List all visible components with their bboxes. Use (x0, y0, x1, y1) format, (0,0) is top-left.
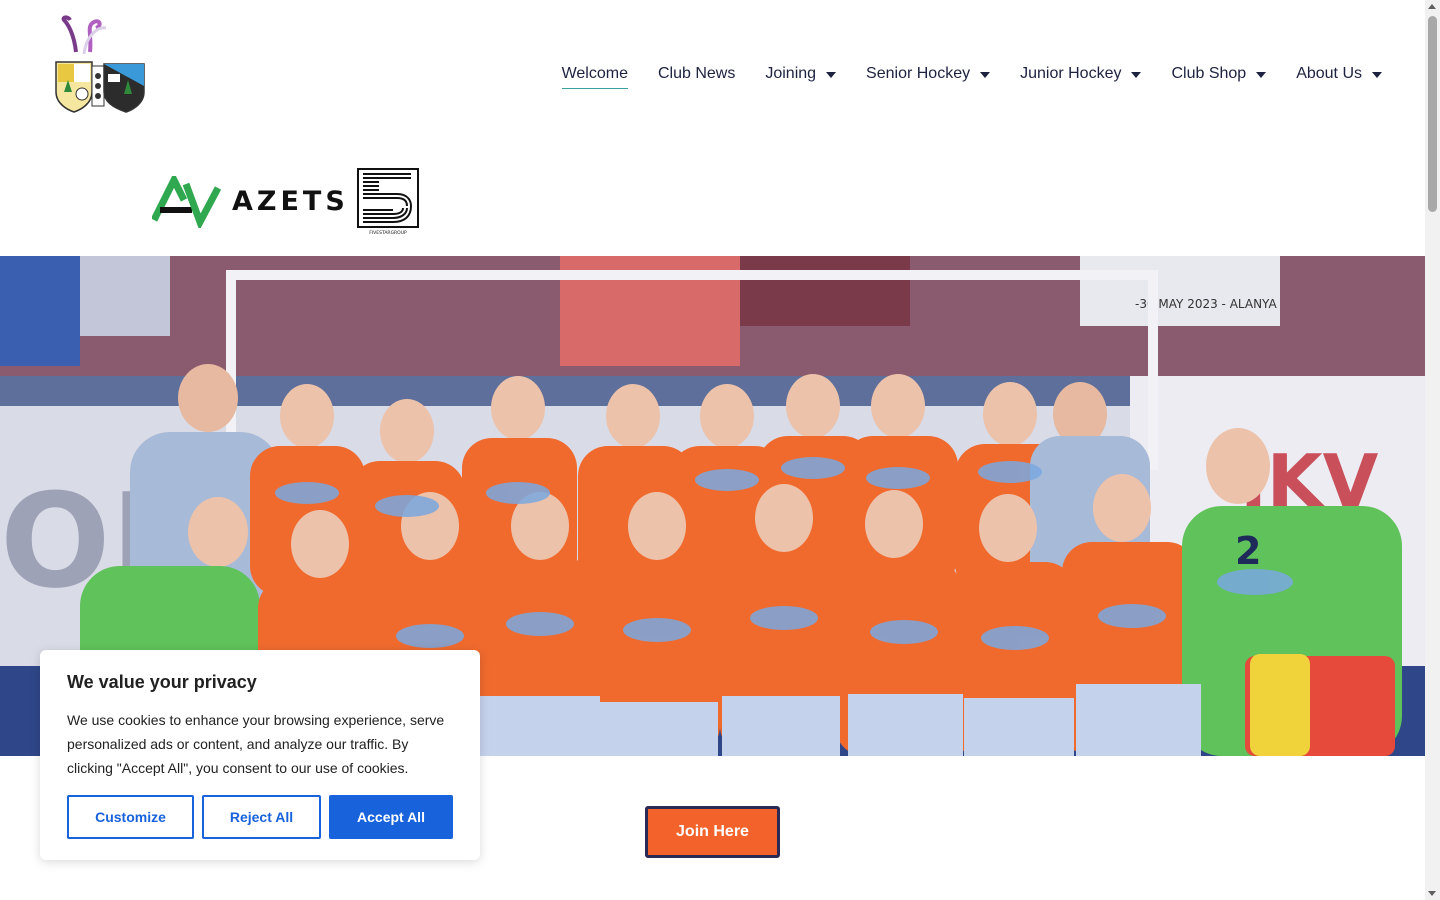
nav-item-label: Joining (765, 65, 817, 82)
scroll-up-arrow-icon[interactable] (1428, 4, 1436, 9)
nav-item-label: Club Shop (1171, 65, 1247, 82)
club-crest-logo[interactable] (46, 14, 148, 114)
azets-logo-text: AZETS (232, 186, 349, 217)
caret-down-icon (826, 72, 837, 78)
page-scrollbar[interactable] (1425, 0, 1440, 900)
caret-down-icon (980, 72, 991, 78)
fivestar-logo-text: FIVESTARGROUP (369, 230, 407, 236)
caret-down-icon (1131, 72, 1142, 78)
nav-item-club-shop[interactable]: Club Shop (1156, 58, 1281, 90)
cookie-consent-banner: We value your privacy We use cookies to … (40, 650, 480, 860)
scrollbar-thumb[interactable] (1428, 16, 1437, 212)
cookie-title: We value your privacy (67, 672, 257, 692)
caret-down-icon (1256, 72, 1267, 78)
nav-item-label: About Us (1296, 65, 1362, 82)
sponsor-logos: AZETS FIVESTARGROUP (150, 166, 430, 238)
azets-logo-mark (152, 176, 222, 228)
nav-item-about-us[interactable]: About Us (1281, 58, 1382, 90)
reject-all-button[interactable]: Reject All (202, 795, 321, 839)
fivestar-group-logo: FIVESTARGROUP (357, 168, 419, 236)
nav-item-club-news[interactable]: Club News (643, 58, 750, 90)
caret-down-icon (1372, 72, 1382, 78)
cookie-description: We use cookies to enhance your browsing … (67, 712, 445, 776)
nav-item-label: Club News (657, 65, 736, 82)
main-nav: Welcome Club News Joining Senior Hockey … (547, 58, 1382, 90)
join-here-button[interactable]: Join Here (645, 806, 780, 858)
nav-item-label: Senior Hockey (866, 65, 971, 82)
cookie-button-group: Customize Reject All Accept All (67, 795, 453, 839)
nav-item-welcome[interactable]: Welcome (547, 58, 643, 90)
nav-item-junior-hockey[interactable]: Junior Hockey (1005, 58, 1156, 90)
nav-item-joining[interactable]: Joining (750, 58, 851, 90)
accept-all-button[interactable]: Accept All (329, 795, 453, 839)
svg-text:2: 2 (1235, 529, 1261, 573)
nav-item-senior-hockey[interactable]: Senior Hockey (851, 58, 1005, 90)
nav-item-label: Welcome (561, 65, 629, 89)
scroll-down-arrow-icon[interactable] (1428, 891, 1436, 896)
customize-button[interactable]: Customize (67, 795, 194, 839)
nav-item-label: Junior Hockey (1020, 65, 1122, 82)
site-header: Welcome Club News Joining Senior Hockey … (0, 0, 1425, 150)
